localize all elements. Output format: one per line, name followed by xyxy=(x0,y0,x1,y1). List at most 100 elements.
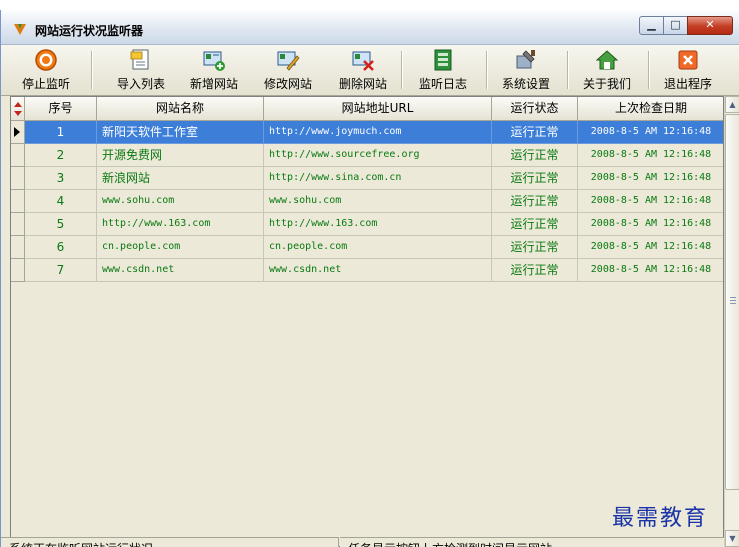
table-row[interactable]: 1 新阳天软件工作室 http://www.joymuch.com 运行正常 2008-… xyxy=(11,121,723,144)
toolbar: 停止监听 导入列表 新增网站 修改网站 删除网站 监听日志 系统设置 关于我们 … xyxy=(1,45,739,96)
column-header-name[interactable]: 网站名称 xyxy=(97,97,264,121)
minimize-icon: ▁ xyxy=(647,18,656,31)
edit-site-icon xyxy=(277,51,300,71)
vertical-scrollbar[interactable]: ▲ ▼ xyxy=(724,96,739,547)
cell-status[interactable]: 运行正常 xyxy=(492,213,578,236)
about-us-button[interactable]: 关于我们 xyxy=(577,47,637,93)
table-row[interactable]: 4 www.sohu.com www.sohu.com 运行正常 2008-8-5 AM… xyxy=(11,190,723,213)
cell-site-name[interactable]: www.csdn.net xyxy=(97,259,264,282)
sort-arrows-icon xyxy=(13,102,22,116)
cell-site-url[interactable]: www.sohu.com xyxy=(264,190,492,213)
cell-site-url[interactable]: www.csdn.net xyxy=(264,259,492,282)
column-header-url[interactable]: 网站地址URL xyxy=(264,97,492,121)
exit-program-button[interactable]: 退出程序 xyxy=(658,47,718,93)
app-window: 网站运行状况监听器 ▁ □ ✕ 停止监听 导入列表 新增网站 修改网站 删除网站… xyxy=(0,10,739,547)
cell-site-name[interactable]: 开源免费网 xyxy=(97,144,264,167)
cell-no[interactable]: 7 xyxy=(25,259,97,282)
toolbar-label: 监听日志 xyxy=(418,77,467,91)
maximize-button[interactable]: □ xyxy=(663,16,688,35)
row-selector[interactable] xyxy=(11,167,25,190)
toolbar-label: 退出程序 xyxy=(663,77,712,91)
cell-site-url[interactable]: http://www.sourcefree.org xyxy=(264,144,492,167)
cell-last-check[interactable]: 2008-8-5 AM 12:16:48 xyxy=(578,167,723,190)
cell-status[interactable]: 运行正常 xyxy=(492,121,578,144)
cell-last-check[interactable]: 2008-8-5 AM 12:16:48 xyxy=(578,259,723,282)
stop-circle-icon xyxy=(35,49,57,71)
table-row[interactable]: 6 cn.people.com cn.people.com 运行正常 2008-8-5 … xyxy=(11,236,723,259)
minimize-button[interactable]: ▁ xyxy=(639,16,664,35)
column-header-last-check[interactable]: 上次检查日期 xyxy=(578,97,723,121)
cell-last-check[interactable]: 2008-8-5 AM 12:16:48 xyxy=(578,190,723,213)
scroll-up-button[interactable]: ▲ xyxy=(725,96,739,113)
cell-site-url[interactable]: cn.people.com xyxy=(264,236,492,259)
exit-icon xyxy=(678,50,698,70)
cell-site-url[interactable]: http://www.joymuch.com xyxy=(264,121,492,144)
column-header-status[interactable]: 运行状态 xyxy=(492,97,578,121)
title-bar[interactable]: 网站运行状况监听器 ▁ □ ✕ xyxy=(1,10,739,45)
site-table[interactable]: 序号 网站名称 网站地址URL 运行状态 上次检查日期 1 新阳天软件工作室 htt… xyxy=(10,96,724,547)
toolbar-divider xyxy=(401,51,403,89)
toolbar-label: 删除网站 xyxy=(338,77,387,91)
cell-status[interactable]: 运行正常 xyxy=(492,190,578,213)
add-site-icon xyxy=(203,51,225,71)
cell-last-check[interactable]: 2008-8-5 AM 12:16:48 xyxy=(578,236,723,259)
close-icon: ✕ xyxy=(705,18,715,31)
system-settings-button[interactable]: 系统设置 xyxy=(496,47,556,93)
cell-site-name[interactable]: http://www.163.com xyxy=(97,213,264,236)
table-row[interactable]: 3 新浪网站 http://www.sina.com.cn 运行正常 2008-8-5 … xyxy=(11,167,723,190)
scroll-thumb[interactable] xyxy=(725,114,739,490)
close-button[interactable]: ✕ xyxy=(687,16,733,35)
edit-site-button[interactable]: 修改网站 xyxy=(258,47,318,93)
table-row[interactable]: 2 开源免费网 http://www.sourcefree.org 运行正常 2008-… xyxy=(11,144,723,167)
cell-last-check[interactable]: 2008-8-5 AM 12:16:48 xyxy=(578,144,723,167)
home-icon xyxy=(595,50,619,70)
row-header-corner[interactable] xyxy=(11,97,25,121)
watermark-text: 最需教育 xyxy=(612,506,709,531)
import-list-icon xyxy=(130,49,149,70)
row-selector[interactable] xyxy=(11,121,25,144)
import-list-button[interactable]: 导入列表 xyxy=(111,47,171,93)
cell-no[interactable]: 5 xyxy=(25,213,97,236)
toolbar-divider xyxy=(486,51,488,89)
cell-no[interactable]: 1 xyxy=(25,121,97,144)
cell-site-name[interactable]: cn.people.com xyxy=(97,236,264,259)
row-selector[interactable] xyxy=(11,144,25,167)
add-site-button[interactable]: 新增网站 xyxy=(184,47,244,93)
cell-site-url[interactable]: http://www.163.com xyxy=(264,213,492,236)
toolbar-label: 修改网站 xyxy=(263,77,312,91)
monitor-log-button[interactable]: 监听日志 xyxy=(413,47,473,93)
column-header-no[interactable]: 序号 xyxy=(25,97,97,121)
cell-status[interactable]: 运行正常 xyxy=(492,259,578,282)
cell-no[interactable]: 4 xyxy=(25,190,97,213)
cell-last-check[interactable]: 2008-8-5 AM 12:16:48 xyxy=(578,213,723,236)
cell-status[interactable]: 运行正常 xyxy=(492,167,578,190)
cell-status[interactable]: 运行正常 xyxy=(492,144,578,167)
cell-site-name[interactable]: 新浪网站 xyxy=(97,167,264,190)
cell-no[interactable]: 6 xyxy=(25,236,97,259)
toolbar-divider xyxy=(91,51,93,89)
toolbar-label: 停止监听 xyxy=(21,77,70,91)
cell-last-check[interactable]: 2008-8-5 AM 12:16:48 xyxy=(578,121,723,144)
table-row[interactable]: 7 www.csdn.net www.csdn.net 运行正常 2008-8-5 AM… xyxy=(11,259,723,282)
cell-status[interactable]: 运行正常 xyxy=(492,236,578,259)
cell-no[interactable]: 2 xyxy=(25,144,97,167)
cell-site-name[interactable]: www.sohu.com xyxy=(97,190,264,213)
cell-no[interactable]: 3 xyxy=(25,167,97,190)
toolbar-label: 导入列表 xyxy=(116,77,165,91)
maximize-icon: □ xyxy=(670,18,681,31)
row-selector[interactable] xyxy=(11,259,25,282)
toolbar-divider xyxy=(648,51,650,89)
toolbar-label: 系统设置 xyxy=(501,77,550,91)
table-row[interactable]: 5 http://www.163.com http://www.163.com 运行正… xyxy=(11,213,723,236)
window-title: 网站运行状况监听器 xyxy=(35,24,144,38)
scroll-down-button[interactable]: ▼ xyxy=(725,530,739,547)
app-logo-icon xyxy=(14,24,26,35)
row-selector[interactable] xyxy=(11,190,25,213)
delete-site-button[interactable]: 删除网站 xyxy=(333,47,393,93)
row-selector[interactable] xyxy=(11,236,25,259)
stop-monitor-button[interactable]: 停止监听 xyxy=(17,47,75,93)
cell-site-url[interactable]: http://www.sina.com.cn xyxy=(264,167,492,190)
log-book-icon xyxy=(434,49,452,71)
row-selector[interactable] xyxy=(11,213,25,236)
cell-site-name[interactable]: 新阳天软件工作室 xyxy=(97,121,264,144)
